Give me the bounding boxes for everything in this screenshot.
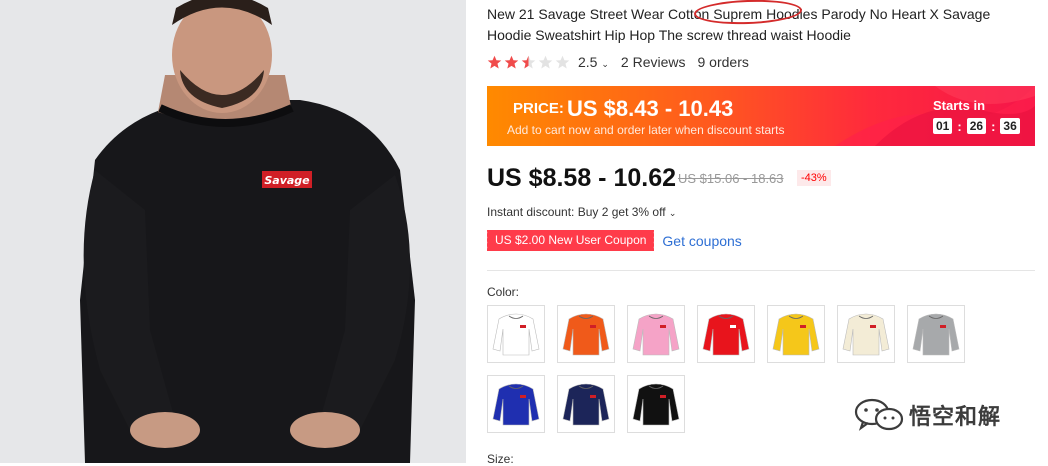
sweatshirt-icon	[492, 313, 540, 356]
instant-discount[interactable]: Instant discount: Buy 2 get 3% off ⌄	[487, 205, 676, 219]
coupon-row: US $2.00 New User Coupon Get coupons	[484, 230, 742, 251]
discount-badge: -43%	[797, 170, 831, 186]
sweatshirt-icon	[772, 313, 820, 356]
get-coupons-link[interactable]: Get coupons	[662, 233, 741, 249]
countdown-timer: 01 : 26 : 36	[933, 118, 1020, 134]
wave-decoration	[835, 86, 1035, 146]
new-user-coupon[interactable]: US $2.00 New User Coupon	[484, 230, 655, 251]
chevron-down-icon: ⌄	[668, 208, 677, 218]
sweatshirt-icon	[632, 383, 680, 426]
orders-count: 9 orders	[697, 54, 749, 70]
sweatshirt-icon	[702, 313, 750, 356]
color-swatch[interactable]	[557, 305, 615, 363]
sweatshirt-icon	[562, 313, 610, 356]
star-empty-icon	[555, 55, 570, 68]
color-swatch[interactable]	[697, 305, 755, 363]
product-image[interactable]: Savage	[0, 0, 466, 463]
color-swatch[interactable]	[627, 305, 685, 363]
promo-price-label: PRICE:	[513, 100, 564, 117]
current-price: US $8.58 - 10.62	[487, 164, 677, 192]
promo-price-value: US $8.43 - 10.43	[567, 96, 734, 121]
rating-row: 2.5 ⌄ 2 Reviews 9 orders	[487, 53, 749, 71]
star-half-icon	[521, 55, 536, 68]
sweatshirt-icon	[492, 383, 540, 426]
watermark-text: 悟空和解	[909, 404, 1002, 429]
star-full-icon	[504, 55, 519, 68]
color-swatch[interactable]	[837, 305, 895, 363]
promo-banner: PRICE: US $8.43 - 10.43 Add to cart now …	[487, 86, 1035, 146]
sweatshirt-icon	[842, 313, 890, 356]
sweatshirt-icon	[562, 383, 610, 426]
color-swatch[interactable]	[767, 305, 825, 363]
star-full-icon	[487, 55, 502, 68]
color-label: Color:	[487, 285, 520, 299]
size-label: Size:	[487, 452, 514, 466]
timer-hours: 01	[933, 118, 953, 134]
promo-subtitle: Add to cart now and order later when dis…	[507, 123, 785, 137]
starts-in-label: Starts in	[933, 98, 986, 113]
chevron-down-icon: ⌄	[601, 59, 609, 69]
sweatshirt-icon	[912, 313, 960, 356]
color-swatch[interactable]	[557, 375, 615, 433]
sweatshirt-icon	[632, 313, 680, 356]
star-empty-icon	[538, 55, 553, 68]
color-swatch[interactable]	[907, 305, 965, 363]
divider	[487, 270, 1035, 271]
rating-score[interactable]: 2.5 ⌄	[578, 54, 609, 70]
color-swatch[interactable]	[487, 305, 545, 363]
original-price: US $15.06 - 18.63	[678, 171, 784, 186]
reviews-link[interactable]: 2 Reviews	[621, 54, 686, 70]
instant-discount-text: Instant discount: Buy 2 get 3% off	[487, 205, 666, 219]
product-photo: Savage	[0, 0, 466, 463]
shirt-logo-text: Savage	[264, 174, 310, 187]
rating-score-value: 2.5	[578, 54, 598, 70]
color-swatch[interactable]	[627, 375, 685, 433]
color-swatch[interactable]	[487, 375, 545, 433]
wechat-icon	[854, 398, 904, 431]
timer-seconds: 36	[1000, 118, 1020, 134]
timer-minutes: 26	[966, 118, 987, 134]
rating-stars	[487, 55, 570, 70]
watermark: 悟空和解	[853, 398, 1001, 432]
